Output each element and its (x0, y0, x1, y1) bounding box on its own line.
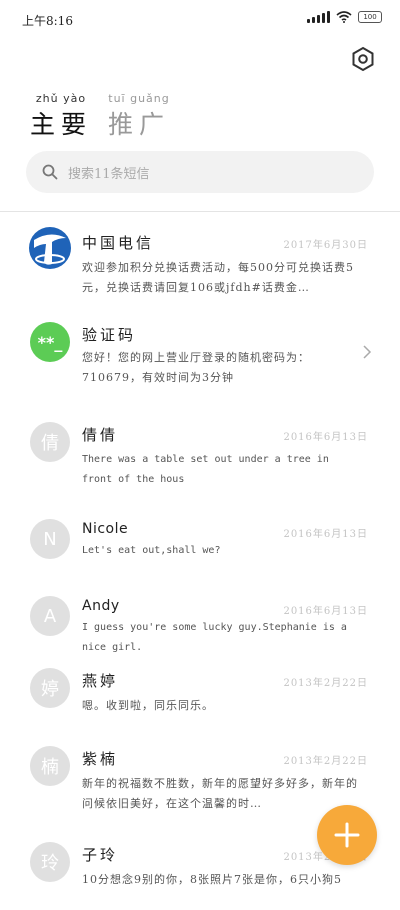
search-input[interactable]: 搜索11条短信 (26, 151, 374, 193)
avatar: 倩 (30, 422, 70, 462)
message-preview: 嗯。收到啦，同乐同乐。 (82, 699, 214, 712)
conversation-row[interactable]: 倩 倩倩 2016年6月13日 There was a table set ou… (0, 414, 400, 490)
avatar: N (30, 519, 70, 559)
contact-name: 燕婷 (82, 672, 119, 690)
message-preview: 10分想念9别的你，8张照片7张是你，6只小狗5 (82, 873, 342, 886)
message-preview: 您好！您的网上营业厅登录的随机密码为：710679，有效时间为3分钟 (82, 351, 310, 384)
conversation-row[interactable]: 中国电信 2017年6月30日 欢迎参加积分兑换话费活动，每500分可兑换话费5… (0, 222, 400, 298)
hexagon-gear-icon[interactable] (350, 46, 376, 72)
message-date: 2017年6月30日 (283, 240, 368, 251)
conversation-row[interactable]: N Nicole 2016年6月13日 Let's eat out,shall … (0, 511, 400, 587)
tab-promotion-pinyin: tuī guǎng (108, 92, 170, 105)
contact-name: 验证码 (82, 326, 137, 344)
contact-name: 子玲 (82, 846, 119, 864)
message-preview: 新年的祝福数不胜数，新年的愿望好多好多，新年的问候依旧美好，在这个温馨的时… (82, 777, 358, 810)
chevron-right-icon[interactable] (362, 344, 372, 360)
message-preview: There was a table set out under a tree i… (82, 454, 329, 485)
contact-name: 倩倩 (82, 426, 119, 444)
contact-name: 紫楠 (82, 750, 119, 768)
new-message-button[interactable] (317, 805, 377, 865)
status-time: 上午8:16 (22, 14, 73, 28)
message-date: 2016年6月13日 (283, 529, 368, 540)
tab-main-label: 主要 (30, 110, 93, 139)
wifi-icon (336, 11, 352, 23)
conversation-row[interactable]: 楠 紫楠 2013年2月22日 新年的祝福数不胜数，新年的愿望好多好多，新年的问… (0, 738, 400, 814)
message-preview: I guess you're some lucky guy.Stephanie … (82, 622, 347, 653)
divider (0, 211, 400, 212)
conversation-row[interactable]: 婷 燕婷 2013年2月22日 嗯。收到啦，同乐同乐。 (0, 660, 400, 736)
avatar: **_ (30, 322, 70, 362)
status-icons: 100 (307, 11, 382, 23)
tab-main-pinyin: zhǔ yào (35, 92, 87, 105)
message-date: 2016年6月13日 (283, 432, 368, 443)
contact-name: Andy (82, 598, 120, 614)
telecom-logo-icon (28, 226, 72, 270)
avatar: 楠 (30, 746, 70, 786)
avatar: 婷 (30, 668, 70, 708)
message-date: 2013年2月22日 (283, 756, 368, 767)
message-date: 2013年2月22日 (283, 678, 368, 689)
signal-icon (307, 11, 330, 23)
tab-promotion-label: 推广 (108, 110, 171, 139)
message-preview: Let's eat out,shall we? (82, 545, 221, 556)
message-date: 2016年6月13日 (283, 606, 368, 617)
avatar: A (30, 596, 70, 636)
tab-promotion[interactable]: tuī guǎng 推广 (108, 92, 170, 141)
battery-icon: 100 (358, 11, 382, 23)
search-placeholder: 搜索11条短信 (68, 166, 150, 182)
conversation-row[interactable]: A Andy 2016年6月13日 I guess you're some lu… (0, 588, 400, 664)
tab-main[interactable]: zhǔ yào 主要 (30, 92, 92, 141)
conversation-row[interactable]: **_ 验证码 您好！您的网上营业厅登录的随机密码为：710679，有效时间为3… (0, 318, 400, 394)
message-preview: 欢迎参加积分兑换话费活动，每500分可兑换话费5元，兑换话费请回复106或jfd… (82, 261, 354, 294)
status-bar: 上午8:16 100 (0, 0, 400, 40)
search-icon (42, 164, 58, 180)
contact-name: Nicole (82, 521, 129, 537)
plus-icon (334, 822, 360, 848)
tab-bar: zhǔ yào 主要 tuī guǎng 推广 (30, 92, 170, 141)
avatar: 玲 (30, 842, 70, 882)
contact-name: 中国电信 (82, 234, 155, 252)
